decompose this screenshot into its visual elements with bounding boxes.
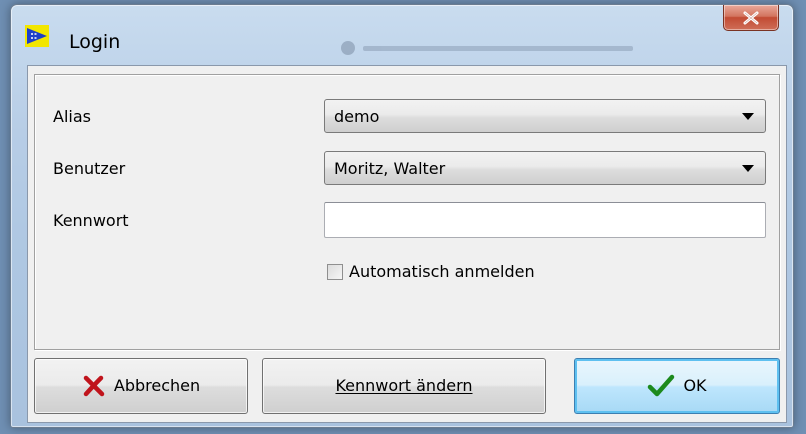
chevron-down-icon [742,113,754,120]
close-button[interactable] [723,5,779,31]
cancel-button-label: Abbrechen [113,376,201,395]
alias-dropdown-value: demo [334,107,380,126]
background-window-ghost [341,39,641,57]
user-dropdown[interactable]: Moritz, Walter [324,151,766,185]
login-fields-panel: Alias demo Benutzer Moritz, Walter Kennw… [34,74,780,350]
dialog-client-area: Alias demo Benutzer Moritz, Walter Kennw… [27,65,787,423]
alias-label: Alias [53,107,91,126]
green-checkmark-icon [647,374,675,398]
login-dialog: Login Alias demo Benutzer Moritz, Walter [10,4,794,428]
user-label: Benutzer [53,159,126,178]
title-bar[interactable]: Login [11,5,793,65]
ok-button-label: OK [683,376,707,395]
user-dropdown-value: Moritz, Walter [334,159,446,178]
cancel-button[interactable]: Abbrechen [34,358,248,414]
ok-button[interactable]: OK [574,358,780,414]
flag-icon [25,25,49,47]
auto-login-label: Automatisch anmelden [349,262,535,281]
password-field[interactable] [324,202,766,238]
auto-login-checkbox[interactable] [327,264,343,280]
change-password-button-label: Kennwort ändern [335,376,473,395]
alias-dropdown[interactable]: demo [324,99,766,133]
window-title: Login [69,31,121,53]
close-x-icon [742,11,760,25]
password-label: Kennwort [53,211,129,230]
red-x-icon [82,375,106,397]
change-password-button[interactable]: Kennwort ändern [262,358,546,414]
chevron-down-icon [742,165,754,172]
